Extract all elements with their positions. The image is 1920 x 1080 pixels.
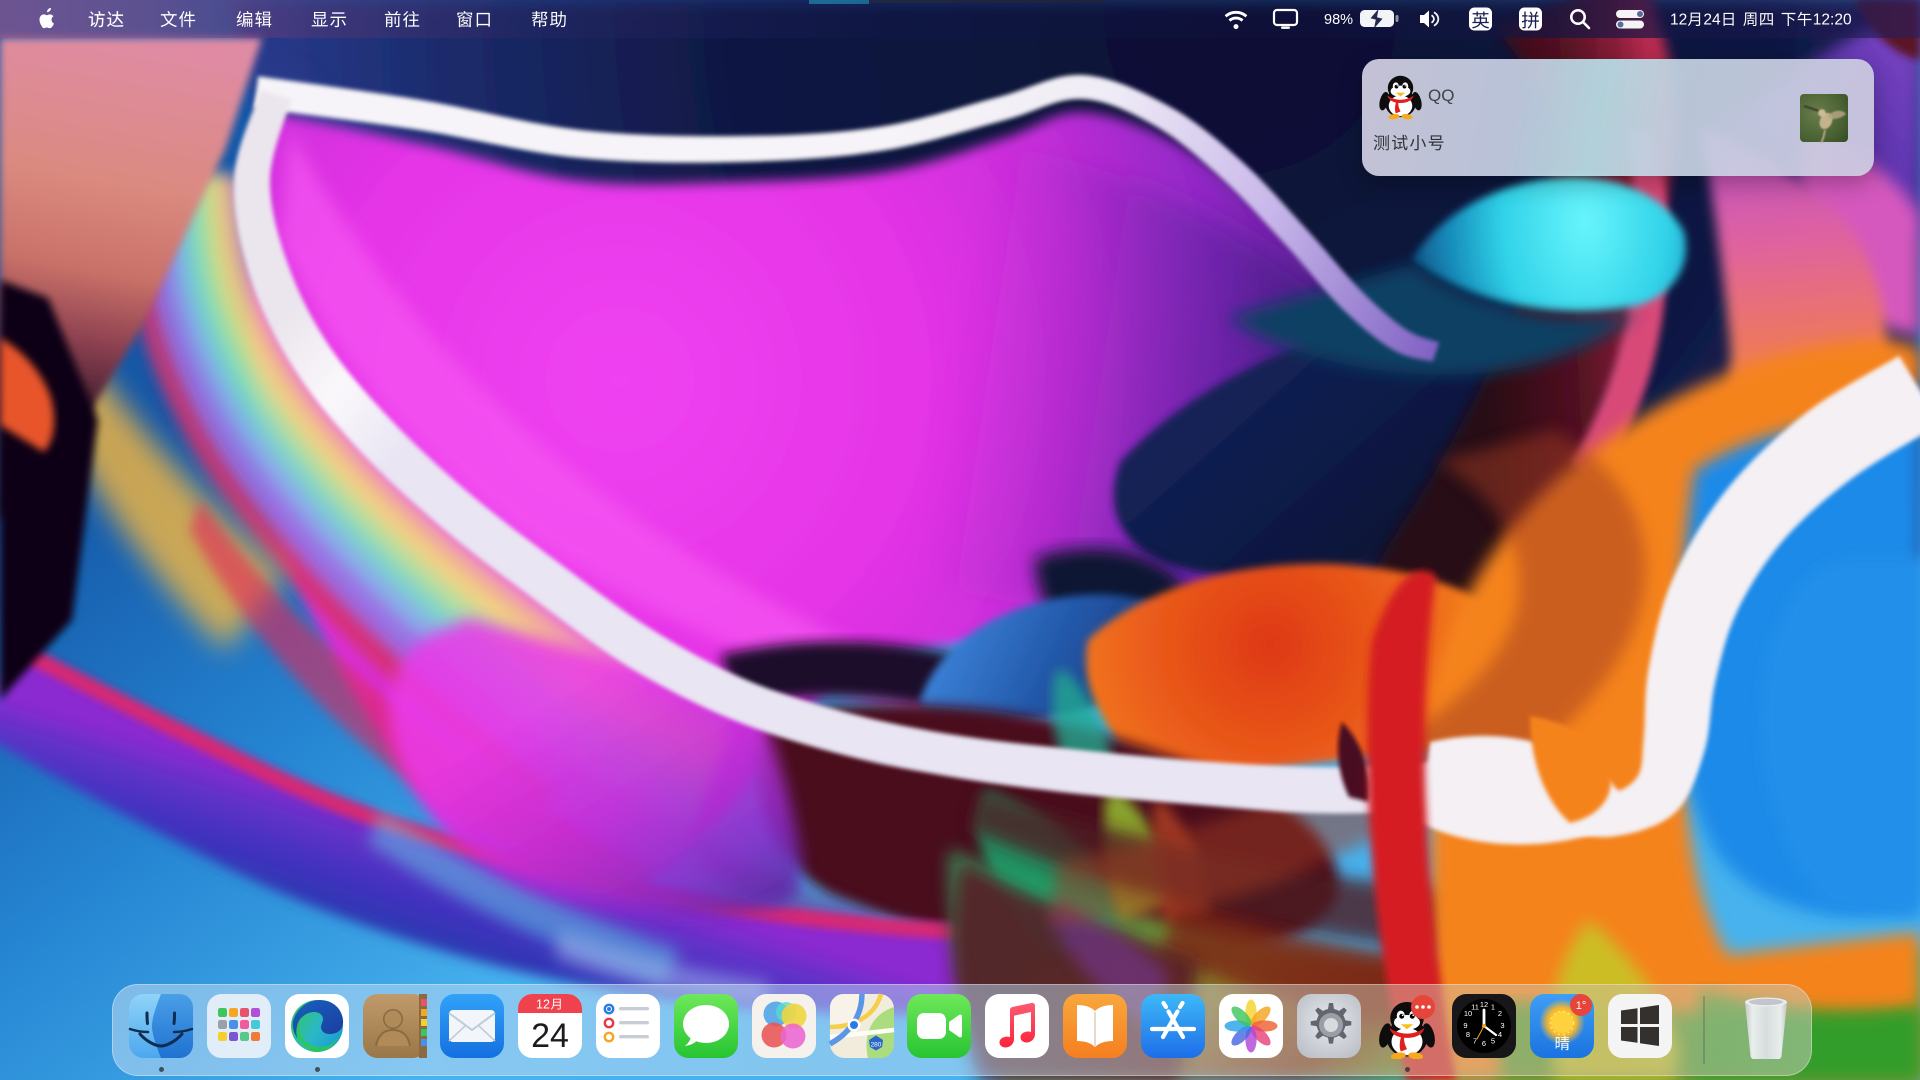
svg-text:1: 1 xyxy=(1491,1003,1495,1012)
svg-text:4: 4 xyxy=(1498,1030,1502,1039)
svg-text:5: 5 xyxy=(1491,1037,1495,1046)
svg-text:2: 2 xyxy=(1498,1009,1502,1018)
svg-text:24: 24 xyxy=(531,1017,569,1055)
svg-text:24: 24 xyxy=(1703,11,1721,28)
svg-text:12: 12 xyxy=(1670,11,1687,28)
svg-text:8: 8 xyxy=(1466,1030,1470,1039)
svg-text:1°: 1° xyxy=(1576,1000,1587,1012)
svg-text:11: 11 xyxy=(1471,1003,1479,1012)
svg-text:7: 7 xyxy=(1473,1037,1477,1046)
svg-text:6: 6 xyxy=(1482,1039,1486,1048)
svg-text:12: 12 xyxy=(536,998,550,1012)
svg-text:3: 3 xyxy=(1500,1021,1504,1030)
svg-text:12: 12 xyxy=(1480,1000,1488,1009)
svg-text:QQ: QQ xyxy=(1428,86,1454,105)
svg-text:280: 280 xyxy=(871,1042,882,1049)
svg-text:9: 9 xyxy=(1463,1021,1467,1030)
svg-text:12:20: 12:20 xyxy=(1813,11,1852,28)
